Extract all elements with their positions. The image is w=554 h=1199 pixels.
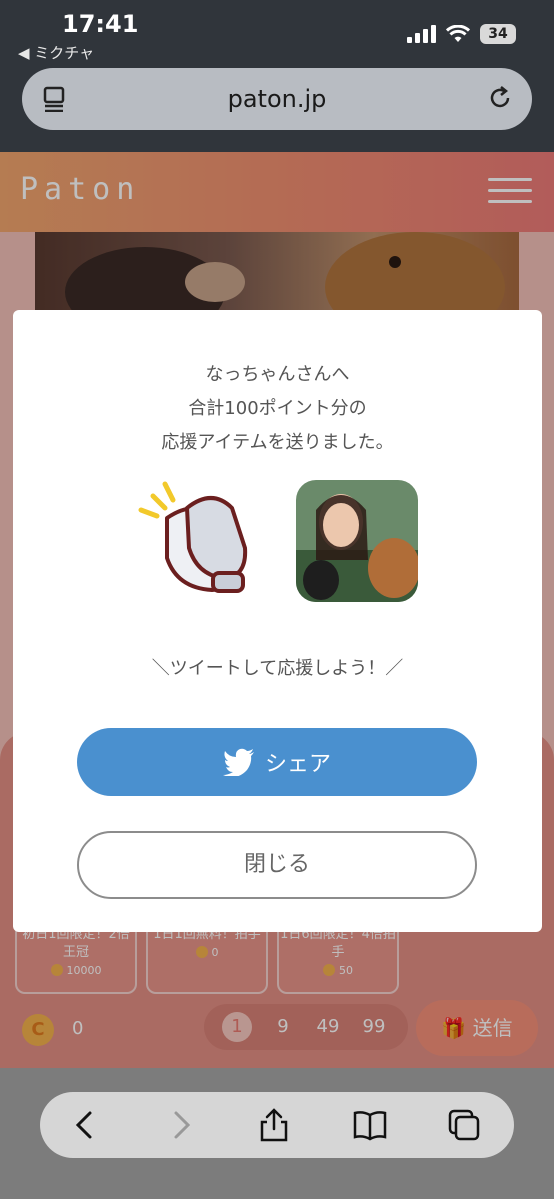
book-icon[interactable]: [352, 1107, 388, 1143]
share-icon[interactable]: [256, 1107, 292, 1143]
twitter-bird-icon: [222, 748, 254, 776]
battery-indicator: 34: [480, 24, 516, 44]
status-bar: 17:41 ◀ ミクチャ 34 paton.jp: [0, 0, 554, 152]
modal-message-line1: なっちゃんさんへ: [205, 364, 350, 385]
tabs-icon[interactable]: [446, 1107, 482, 1143]
chevron-left-icon[interactable]: [68, 1107, 104, 1143]
url-text[interactable]: paton.jp: [22, 85, 532, 113]
clapping-hands-icon: [138, 481, 248, 593]
toolbar-pill: [40, 1092, 514, 1158]
status-icons: 34: [407, 24, 516, 44]
close-button[interactable]: 閉じる: [77, 831, 477, 899]
cellular-signal-icon: [407, 25, 436, 43]
recipient-photo-art: [296, 480, 418, 602]
browser-toolbar: [0, 1068, 554, 1199]
recipient-avatar: [296, 480, 418, 602]
share-label: シェア: [264, 752, 331, 777]
chevron-right-icon[interactable]: [162, 1107, 198, 1143]
back-to-app-link[interactable]: ◀ ミクチャ: [18, 42, 94, 63]
tweet-prompt: ＼ツイートして応援しよう！／: [151, 658, 404, 679]
modal-message-line3: 応援アイテムを送りました。: [161, 432, 394, 453]
modal-message-line2: 合計100ポイント分の: [188, 398, 367, 419]
share-button[interactable]: シェア: [77, 728, 477, 796]
reload-icon[interactable]: [486, 84, 514, 112]
wifi-icon: [446, 25, 470, 42]
support-sent-modal: なっちゃんさんへ 合計100ポイント分の 応援アイテムを送りました。 ＼ツイート…: [13, 310, 542, 932]
status-time: 17:41: [62, 10, 139, 38]
address-bar[interactable]: paton.jp: [22, 68, 532, 130]
